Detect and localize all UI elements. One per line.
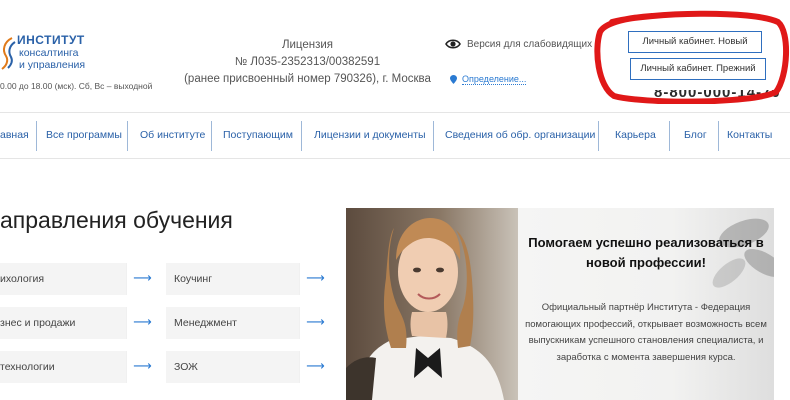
arrow-right-icon: ⟶ [126,263,158,295]
site-header: ИНСТИТУТ консалтинга и управления 0.00 д… [0,0,790,112]
direction-it[interactable]: технологии ⟶ [0,351,158,383]
location-label: Определение... [462,74,527,85]
nav-divider [127,121,128,151]
license-title: Лицензия [281,39,334,51]
direction-management[interactable]: Менеджмент ⟶ [166,307,331,339]
license-number: № Л035-2352313/00382591 [234,56,381,68]
banner-photo [346,208,518,400]
logo-subtitle: и управления [19,59,86,71]
nav-divider [718,121,719,151]
nav-item-org-info[interactable]: Сведения об обр. организации [445,113,595,158]
nav-divider [433,121,434,151]
license-note: (ранее присвоенный номер 790326), г. Мос… [184,73,431,85]
accessibility-label: Версия для слабовидящих [467,38,593,50]
eye-icon [445,39,461,49]
cabinet-old-button[interactable]: Личный кабинет. Прежний [630,58,766,80]
nav-divider [36,121,37,151]
location-pin-icon [450,75,457,84]
arrow-right-icon: ⟶ [299,351,331,383]
banner-text: Официальный партнёр Института - Федераци… [525,302,767,363]
nav-item-applicants[interactable]: Поступающим [223,113,293,158]
section-title: аправления обучения [0,207,233,233]
phone-clip [650,80,790,90]
logo-subtitle: консалтинга [19,47,79,59]
nav-item-career[interactable]: Карьера [615,113,656,158]
nav-item-licenses[interactable]: Лицензии и документы [314,113,426,158]
nav-divider [598,121,599,151]
logo-icon [1,37,16,70]
nav-divider [301,121,302,151]
arrow-right-icon: ⟶ [299,263,331,295]
direction-label: знес и продажи [0,317,76,329]
cabinet-new-button[interactable]: Личный кабинет. Новый [628,31,762,53]
direction-label: Менеджмент [174,317,237,329]
nav-divider [669,121,670,151]
direction-label: ихология [0,273,45,285]
direction-label: технологии [0,361,55,373]
nav-item-about[interactable]: Об институте [140,113,205,158]
promo-banner[interactable]: Помогаем успешно реализоваться в новой п… [346,208,774,400]
direction-psychology[interactable]: ихология ⟶ [0,263,158,295]
banner-title: Помогаем успешно реализоваться в новой п… [528,235,764,270]
nav-item-blog[interactable]: Блог [684,113,707,158]
direction-coaching[interactable]: Коучинг ⟶ [166,263,331,295]
main-nav: авная Все программы Об институте Поступа… [0,112,790,159]
accessibility-link[interactable]: Версия для слабовидящих [445,38,592,50]
nav-divider [211,121,212,151]
direction-label: Коучинг [174,273,213,285]
nav-item-contacts[interactable]: Контакты [727,113,772,158]
nav-item-all-programs[interactable]: Все программы [46,113,122,158]
license-info: Лицензия № Л035-2352313/00382591 (ранее … [175,37,440,88]
direction-label: ЗОЖ [174,361,198,373]
arrow-right-icon: ⟶ [126,307,158,339]
direction-healthy-lifestyle[interactable]: ЗОЖ ⟶ [166,351,331,383]
logo-title[interactable]: ИНСТИТУТ [17,33,85,47]
working-hours: 0.00 до 18.00 (мск). Сб, Вс – выходной [0,81,153,91]
location-link[interactable]: Определение... [450,74,527,85]
arrow-right-icon: ⟶ [299,307,331,339]
direction-business[interactable]: знес и продажи ⟶ [0,307,158,339]
arrow-right-icon: ⟶ [126,351,158,383]
nav-item-home[interactable]: авная [0,113,29,158]
